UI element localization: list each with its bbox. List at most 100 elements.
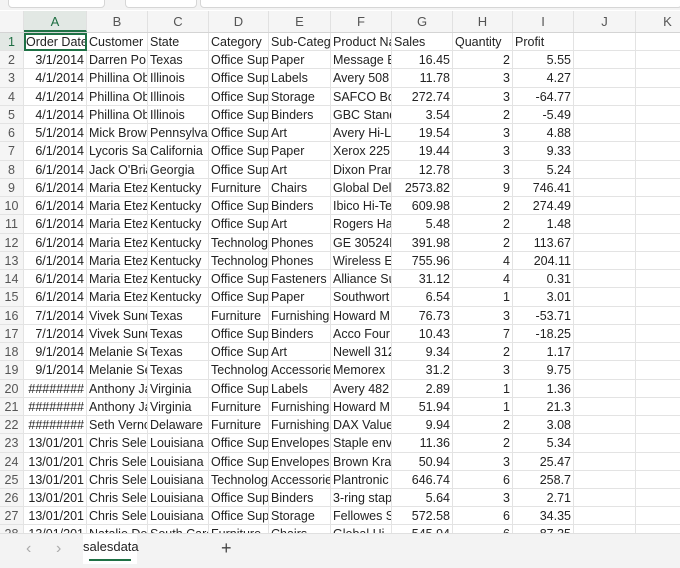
cell-A12[interactable]: 6/1/2014 bbox=[24, 233, 87, 252]
cell-G11[interactable]: 5.48 bbox=[392, 215, 453, 234]
cell-B24[interactable]: Chris Seles bbox=[87, 452, 148, 471]
row-header[interactable]: 18 bbox=[0, 343, 24, 362]
cell-F3[interactable]: Avery 508 bbox=[331, 69, 392, 88]
cell-E1[interactable]: Sub-Categ bbox=[269, 33, 331, 52]
cell-F18[interactable]: Newell 312 bbox=[331, 343, 392, 362]
cell-K6[interactable] bbox=[636, 124, 680, 143]
cell-F20[interactable]: Avery 482 bbox=[331, 379, 392, 398]
cell-A15[interactable]: 6/1/2014 bbox=[24, 288, 87, 307]
column-header-K[interactable]: K bbox=[636, 11, 680, 32]
cell-D3[interactable]: Office Sup bbox=[209, 69, 269, 88]
cell-D27[interactable]: Office Sup bbox=[209, 507, 269, 526]
cell-J20[interactable] bbox=[574, 379, 636, 398]
cell-G4[interactable]: 272.74 bbox=[392, 87, 453, 106]
cell-C12[interactable]: Kentucky bbox=[148, 233, 209, 252]
cell-J19[interactable] bbox=[574, 361, 636, 380]
cell-F15[interactable]: Southwort bbox=[331, 288, 392, 307]
cell-F2[interactable]: Message B bbox=[331, 51, 392, 70]
cell-B13[interactable]: Maria Etez bbox=[87, 251, 148, 271]
cell-D19[interactable]: Technolog bbox=[209, 361, 269, 380]
cell-G12[interactable]: 391.98 bbox=[392, 233, 453, 252]
cell-J27[interactable] bbox=[574, 507, 636, 526]
cell-E7[interactable]: Paper bbox=[269, 142, 331, 161]
cell-B9[interactable]: Maria Etez bbox=[87, 178, 148, 198]
cell-F24[interactable]: Brown Kra bbox=[331, 452, 392, 471]
column-header-J[interactable]: J bbox=[574, 11, 636, 32]
cell-B6[interactable]: Mick Brow bbox=[87, 124, 148, 143]
cell-F28[interactable]: Global Hi bbox=[331, 525, 392, 533]
cell-J5[interactable] bbox=[574, 105, 636, 125]
cell-G13[interactable]: 755.96 bbox=[392, 251, 453, 271]
cell-J10[interactable] bbox=[574, 197, 636, 216]
cell-E28[interactable]: Chairs bbox=[269, 525, 331, 533]
cell-K13[interactable] bbox=[636, 252, 680, 271]
formula-buttons[interactable] bbox=[125, 0, 197, 8]
column-header-I[interactable]: I bbox=[513, 11, 574, 32]
cell-B5[interactable]: Phillina Ob bbox=[87, 105, 148, 125]
row-header[interactable]: 26 bbox=[0, 489, 24, 508]
cell-J11[interactable] bbox=[574, 215, 636, 234]
row-header[interactable]: 7 bbox=[0, 142, 24, 161]
cell-D13[interactable]: Technolog bbox=[209, 251, 269, 271]
cell-J26[interactable] bbox=[574, 489, 636, 508]
cell-G3[interactable]: 11.78 bbox=[392, 69, 453, 88]
formula-input[interactable] bbox=[200, 0, 680, 8]
sheet-tab-salesdata[interactable]: salesdata bbox=[83, 534, 139, 564]
cell-K11[interactable] bbox=[636, 215, 680, 234]
cell-F13[interactable]: Wireless E bbox=[331, 251, 392, 271]
column-header-A[interactable]: A bbox=[24, 11, 87, 32]
cell-J22[interactable] bbox=[574, 416, 636, 435]
cell-I20[interactable]: 1.36 bbox=[513, 379, 574, 398]
cell-D25[interactable]: Technolog bbox=[209, 470, 269, 489]
row-header[interactable]: 20 bbox=[0, 379, 24, 398]
cell-A25[interactable]: 13/01/201 bbox=[24, 470, 87, 489]
cell-G10[interactable]: 609.98 bbox=[392, 197, 453, 216]
cell-H9[interactable]: 9 bbox=[453, 178, 513, 198]
cell-I6[interactable]: 4.88 bbox=[513, 124, 574, 143]
cell-G21[interactable]: 51.94 bbox=[392, 397, 453, 417]
cell-H16[interactable]: 3 bbox=[453, 306, 513, 325]
cell-K7[interactable] bbox=[636, 142, 680, 161]
cell-J23[interactable] bbox=[574, 434, 636, 453]
cell-I3[interactable]: 4.27 bbox=[513, 69, 574, 88]
cell-G22[interactable]: 9.94 bbox=[392, 416, 453, 435]
cell-E25[interactable]: Accessorie bbox=[269, 470, 331, 489]
cell-K28[interactable] bbox=[636, 525, 680, 533]
cell-E13[interactable]: Phones bbox=[269, 251, 331, 271]
cell-I15[interactable]: 3.01 bbox=[513, 288, 574, 307]
column-header-F[interactable]: F bbox=[331, 11, 392, 32]
cell-A24[interactable]: 13/01/201 bbox=[24, 452, 87, 471]
cell-A7[interactable]: 6/1/2014 bbox=[24, 142, 87, 161]
cell-C11[interactable]: Kentucky bbox=[148, 215, 209, 234]
cell-F10[interactable]: Ibico Hi-Te bbox=[331, 197, 392, 216]
cell-J24[interactable] bbox=[574, 452, 636, 471]
cell-I8[interactable]: 5.24 bbox=[513, 160, 574, 179]
cell-A2[interactable]: 3/1/2014 bbox=[24, 51, 87, 70]
cell-F26[interactable]: 3-ring stap bbox=[331, 489, 392, 508]
cell-E6[interactable]: Art bbox=[269, 124, 331, 143]
cell-J4[interactable] bbox=[574, 87, 636, 106]
cell-K18[interactable] bbox=[636, 343, 680, 362]
cell-I23[interactable]: 5.34 bbox=[513, 434, 574, 453]
cell-G25[interactable]: 646.74 bbox=[392, 470, 453, 489]
cell-C6[interactable]: Pennsylvan bbox=[148, 124, 209, 143]
row-header[interactable]: 16 bbox=[0, 306, 24, 325]
cell-K12[interactable] bbox=[636, 234, 680, 252]
cell-C26[interactable]: Louisiana bbox=[148, 489, 209, 508]
cell-H25[interactable]: 6 bbox=[453, 470, 513, 489]
cell-B12[interactable]: Maria Etez bbox=[87, 233, 148, 252]
cell-E20[interactable]: Labels bbox=[269, 379, 331, 398]
cell-K16[interactable] bbox=[636, 307, 680, 325]
cell-K27[interactable] bbox=[636, 507, 680, 526]
cell-K10[interactable] bbox=[636, 197, 680, 216]
cell-J6[interactable] bbox=[574, 124, 636, 143]
cell-I24[interactable]: 25.47 bbox=[513, 452, 574, 471]
cell-D18[interactable]: Office Sup bbox=[209, 343, 269, 362]
cell-B21[interactable]: Anthony Ja bbox=[87, 397, 148, 417]
cell-H15[interactable]: 1 bbox=[453, 288, 513, 307]
cell-J18[interactable] bbox=[574, 343, 636, 362]
cell-K14[interactable] bbox=[636, 270, 680, 289]
cell-F1[interactable]: Product Na bbox=[331, 33, 392, 52]
cell-F16[interactable]: Howard M bbox=[331, 306, 392, 325]
next-sheet-icon[interactable]: › bbox=[56, 540, 61, 558]
